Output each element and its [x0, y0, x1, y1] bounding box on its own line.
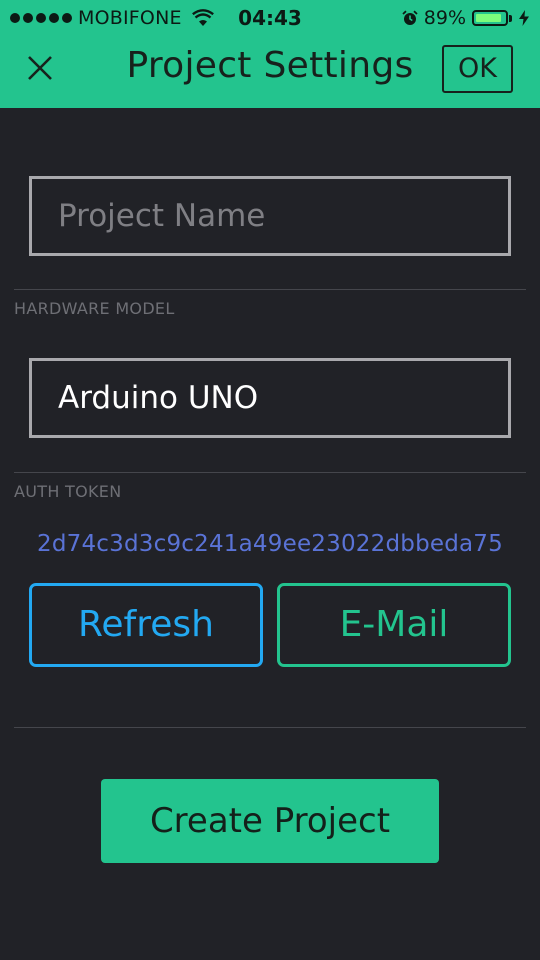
auth-token-value[interactable]: 2d74c3d3c9c241a49ee23022dbbeda75: [0, 531, 540, 557]
hardware-model-label: HARDWARE MODEL: [14, 299, 175, 318]
battery-percent: 89%: [423, 7, 466, 29]
auth-token-label: AUTH TOKEN: [14, 482, 122, 501]
divider: [14, 289, 526, 290]
hardware-model-select[interactable]: Arduino UNO: [29, 358, 511, 438]
email-button[interactable]: E-Mail: [277, 583, 511, 667]
status-bar-right: 89%: [402, 7, 530, 29]
charging-bolt-icon: [519, 10, 529, 26]
hardware-model-value: Arduino UNO: [58, 380, 259, 416]
refresh-button[interactable]: Refresh: [29, 583, 263, 667]
ok-button[interactable]: OK: [442, 45, 513, 93]
battery-icon: [472, 10, 508, 26]
alarm-icon: [402, 10, 418, 25]
divider: [14, 472, 526, 473]
battery-tip: [509, 14, 512, 22]
battery-level-fill: [476, 14, 501, 22]
divider: [14, 727, 526, 728]
header-bar: MOBIFONE 04:43 89% Project Settings OK: [0, 0, 540, 108]
project-name-input[interactable]: [29, 176, 511, 256]
create-project-button[interactable]: Create Project: [101, 779, 439, 863]
status-bar: MOBIFONE 04:43 89%: [0, 0, 540, 36]
